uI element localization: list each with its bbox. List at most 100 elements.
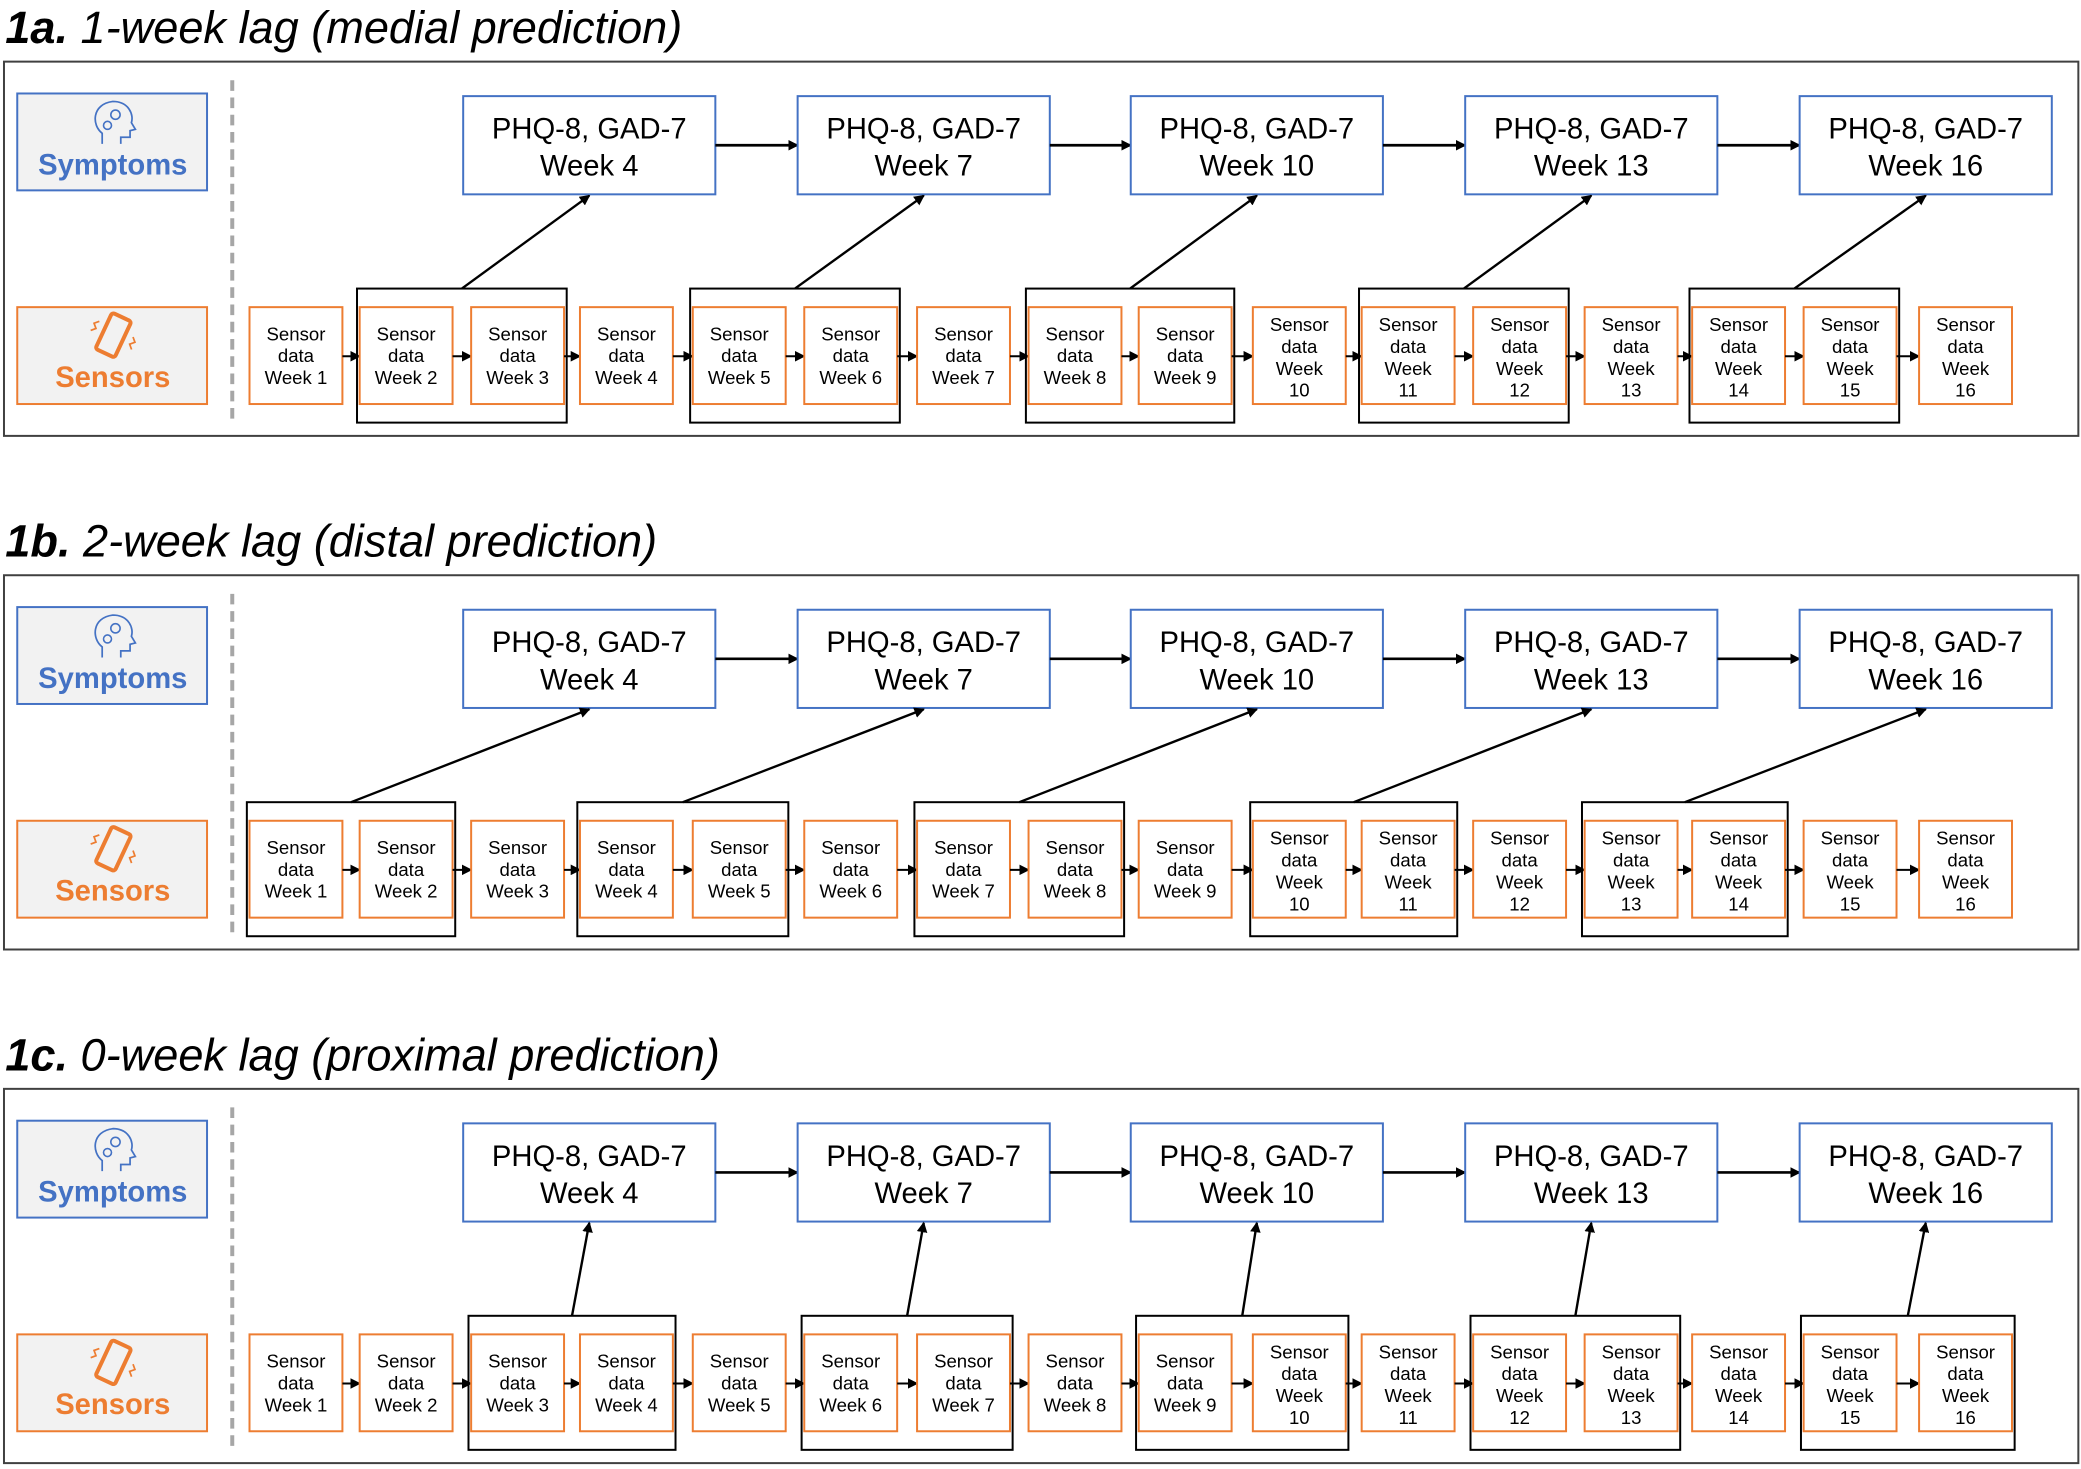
sensor-box-text: Week <box>1496 871 1544 892</box>
sensor-box-text: data <box>1947 850 1984 871</box>
sensor-box-text: 12 <box>1509 1407 1530 1428</box>
sensor-box-text: Sensor <box>1046 323 1105 344</box>
prediction-arrow <box>1018 707 1259 804</box>
sensor-box-text: Week <box>1942 358 1990 379</box>
symptom-box-measures: PHQ-8, GAD-7 <box>492 1141 687 1173</box>
symptom-box-measures: PHQ-8, GAD-7 <box>826 1141 1021 1173</box>
sensor-box-text: data <box>1721 850 1758 871</box>
sensor-box-text: 13 <box>1621 1407 1642 1428</box>
sensor-box-text: Sensor <box>1379 828 1438 849</box>
sensor-box-text: Sensor <box>1156 323 1215 344</box>
panel-title: 1b. 2-week lag (distal prediction) <box>5 516 657 567</box>
panel-title-text: 2-week lag (distal prediction) <box>70 516 657 567</box>
prediction-arrow <box>1353 707 1593 804</box>
sensor-box-text: Week 2 <box>375 1394 438 1415</box>
sensor-box-text: Week 9 <box>1154 881 1217 902</box>
sensor-box-text: 15 <box>1840 893 1861 914</box>
sensor-box-text: Sensor <box>1709 314 1768 335</box>
symptom-box-measures: PHQ-8, GAD-7 <box>492 114 687 146</box>
prediction-arrow <box>1129 194 1258 290</box>
sensor-box-text: 13 <box>1621 380 1642 401</box>
sensor-box-text: Week <box>1276 871 1324 892</box>
sensor-box-text: Week <box>1496 358 1544 379</box>
sensor-box-text: Week <box>1385 358 1433 379</box>
symptom-box-measures: PHQ-8, GAD-7 <box>826 114 1021 146</box>
sensor-box-text: Sensor <box>1602 1341 1661 1362</box>
sensor-box-text: Week 4 <box>595 881 658 902</box>
sensor-box-text: data <box>278 859 315 880</box>
sensor-box-text: Sensor <box>377 837 436 858</box>
symptom-box-week: Week 16 <box>1868 151 1983 183</box>
symptom-box-week: Week 7 <box>874 1178 972 1210</box>
symptom-box-week: Week 7 <box>874 664 972 696</box>
sensor-box-text: data <box>278 1372 315 1393</box>
sensor-box-text: Sensor <box>488 1351 547 1372</box>
sensor-box-text: data <box>1613 336 1650 357</box>
sensor-box-text: Week 9 <box>1154 367 1217 388</box>
sensor-box-text: Week <box>1715 1385 1763 1406</box>
sensor-box-text: Sensor <box>1490 828 1549 849</box>
sensor-box-text: data <box>388 345 425 366</box>
lag-diagram-figure: 1a. 1-week lag (medial prediction) Sympto… <box>2 2 2080 1465</box>
sensor-box-text: data <box>1502 336 1539 357</box>
sensor-box-text: data <box>388 1372 425 1393</box>
sensor-box-text: data <box>1057 345 1094 366</box>
panel-title: 1c. 0-week lag (proximal prediction) <box>5 1029 720 1080</box>
sensor-box-text: 12 <box>1509 893 1530 914</box>
sensor-box-text: data <box>1281 850 1318 871</box>
sensor-box-text: data <box>608 859 645 880</box>
symptom-box-measures: PHQ-8, GAD-7 <box>1494 1141 1689 1173</box>
sensor-box-text: Sensor <box>1602 828 1661 849</box>
sensor-box-text: Week 3 <box>486 881 549 902</box>
symptom-box-week: Week 7 <box>874 151 972 183</box>
sensor-box-text: data <box>500 1372 537 1393</box>
sensor-box-text: data <box>1947 1363 1984 1384</box>
symptom-box-measures: PHQ-8, GAD-7 <box>1160 1141 1355 1173</box>
panel-title: 1a. 1-week lag (medial prediction) <box>5 2 682 53</box>
sensor-box-text: 11 <box>1398 1407 1417 1428</box>
sensor-box-text: data <box>1832 1363 1869 1384</box>
sensor-box-text: Sensor <box>1709 1341 1768 1362</box>
sensor-box-text: Sensor <box>934 837 993 858</box>
sensor-box-text: data <box>1167 1372 1204 1393</box>
sensor-box-text: 13 <box>1621 893 1642 914</box>
sensor-box-text: data <box>1832 850 1869 871</box>
panel-title-text: 1-week lag (medial prediction) <box>68 2 682 53</box>
sensor-box-text: data <box>500 859 537 880</box>
sensor-box-text: Sensor <box>488 837 547 858</box>
sensor-box-text: Sensor <box>1270 1341 1329 1362</box>
sensor-box-text: Week 1 <box>265 1394 328 1415</box>
sensor-box-text: Week 9 <box>1154 1394 1217 1415</box>
sensors-label: Sensors <box>55 875 170 907</box>
sensors-label: Sensors <box>55 1389 170 1421</box>
sensor-box-text: 12 <box>1509 380 1530 401</box>
sensor-box-text: Week 5 <box>708 1394 771 1415</box>
sensor-box-text: 15 <box>1840 380 1861 401</box>
sensor-box-text: Sensor <box>1936 314 1995 335</box>
sensor-box-text: data <box>1832 336 1869 357</box>
panel-title-text: 0-week lag (proximal prediction) <box>68 1029 720 1080</box>
sensor-box-text: 15 <box>1840 1407 1861 1428</box>
sensor-box-text: data <box>500 345 537 366</box>
panel-1c: 1c. 0-week lag (proximal prediction) Symp… <box>2 1029 2080 1465</box>
panel-1b: 1b. 2-week lag (distal prediction) Sympto… <box>2 516 2080 951</box>
sensor-box-text: Week 7 <box>932 367 995 388</box>
sensor-box-text: data <box>1502 850 1539 871</box>
sensor-box-text: data <box>1613 1363 1650 1384</box>
sensor-box-text: 14 <box>1728 1407 1749 1428</box>
sensor-box-text: Week 6 <box>819 367 882 388</box>
symptoms-label: Symptoms <box>38 149 187 181</box>
sensor-box-text: Sensor <box>1379 1341 1438 1362</box>
sensor-box-text: Sensor <box>710 1351 769 1372</box>
sensor-box-text: Week 7 <box>932 1394 995 1415</box>
sensor-box-text: Week 3 <box>486 367 549 388</box>
symptom-box-week: Week 4 <box>540 151 638 183</box>
sensor-box-text: Sensor <box>1936 1341 1995 1362</box>
sensor-box-text: data <box>1613 850 1650 871</box>
sensor-box-text: Sensor <box>377 1351 436 1372</box>
sensor-box-text: Sensor <box>1156 837 1215 858</box>
sensor-box-text: 11 <box>1398 380 1417 401</box>
sensor-box-text: data <box>833 859 870 880</box>
symptom-box-week: Week 10 <box>1200 664 1315 696</box>
sensor-box-text: Sensor <box>821 837 880 858</box>
